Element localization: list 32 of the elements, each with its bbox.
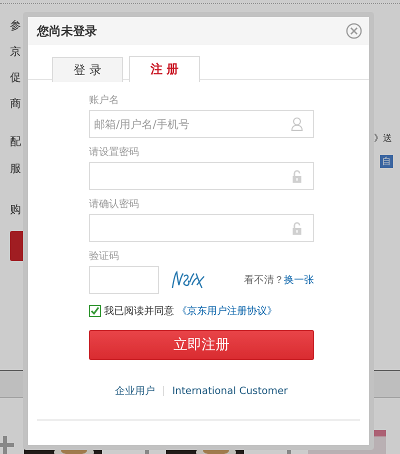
service-tag: 自 <box>380 155 393 168</box>
field-label: 购 <box>10 203 22 217</box>
lock-icon <box>291 169 303 183</box>
refresh-link[interactable]: 换一张 <box>284 273 314 287</box>
close-icon[interactable] <box>346 23 362 39</box>
field-label: 账户名 <box>89 94 120 107</box>
field-label: 促 <box>10 71 22 85</box>
field-label: 配 <box>10 135 22 149</box>
field-label: 参 <box>10 19 22 33</box>
agreement-link[interactable]: 《京东用户注册协议》 <box>177 304 277 318</box>
agreement-text: 我已阅读并同意 <box>104 304 174 318</box>
input-field[interactable]: 邮箱/用户名/手机号 <box>89 110 314 138</box>
field-label: 商 <box>10 97 22 111</box>
field-label: 请设置密码 <box>89 146 140 159</box>
input-field[interactable] <box>89 162 314 190</box>
captcha-field[interactable] <box>89 266 159 294</box>
field-label: 京 <box>10 45 22 59</box>
user-icon <box>291 117 303 131</box>
dialog-title: 您尚未登录 <box>37 22 97 40</box>
tab[interactable]: 注 册 <box>129 56 200 82</box>
lock-icon <box>291 221 303 235</box>
tab[interactable]: 登 录 <box>52 57 123 82</box>
input-field[interactable] <box>89 214 314 242</box>
field-label: 服 <box>10 162 22 176</box>
delivery-text: 》送 <box>374 132 392 145</box>
footer-link[interactable]: International Customer <box>172 386 288 396</box>
register-button[interactable]: 立即注册 <box>89 330 314 360</box>
hint-text: 看不清？ <box>244 274 284 287</box>
footer-link[interactable]: 企业用户 <box>115 384 156 398</box>
field-label: 请确认密码 <box>89 198 140 211</box>
field-label: 验证码 <box>89 250 120 263</box>
checkbox[interactable] <box>89 305 101 317</box>
